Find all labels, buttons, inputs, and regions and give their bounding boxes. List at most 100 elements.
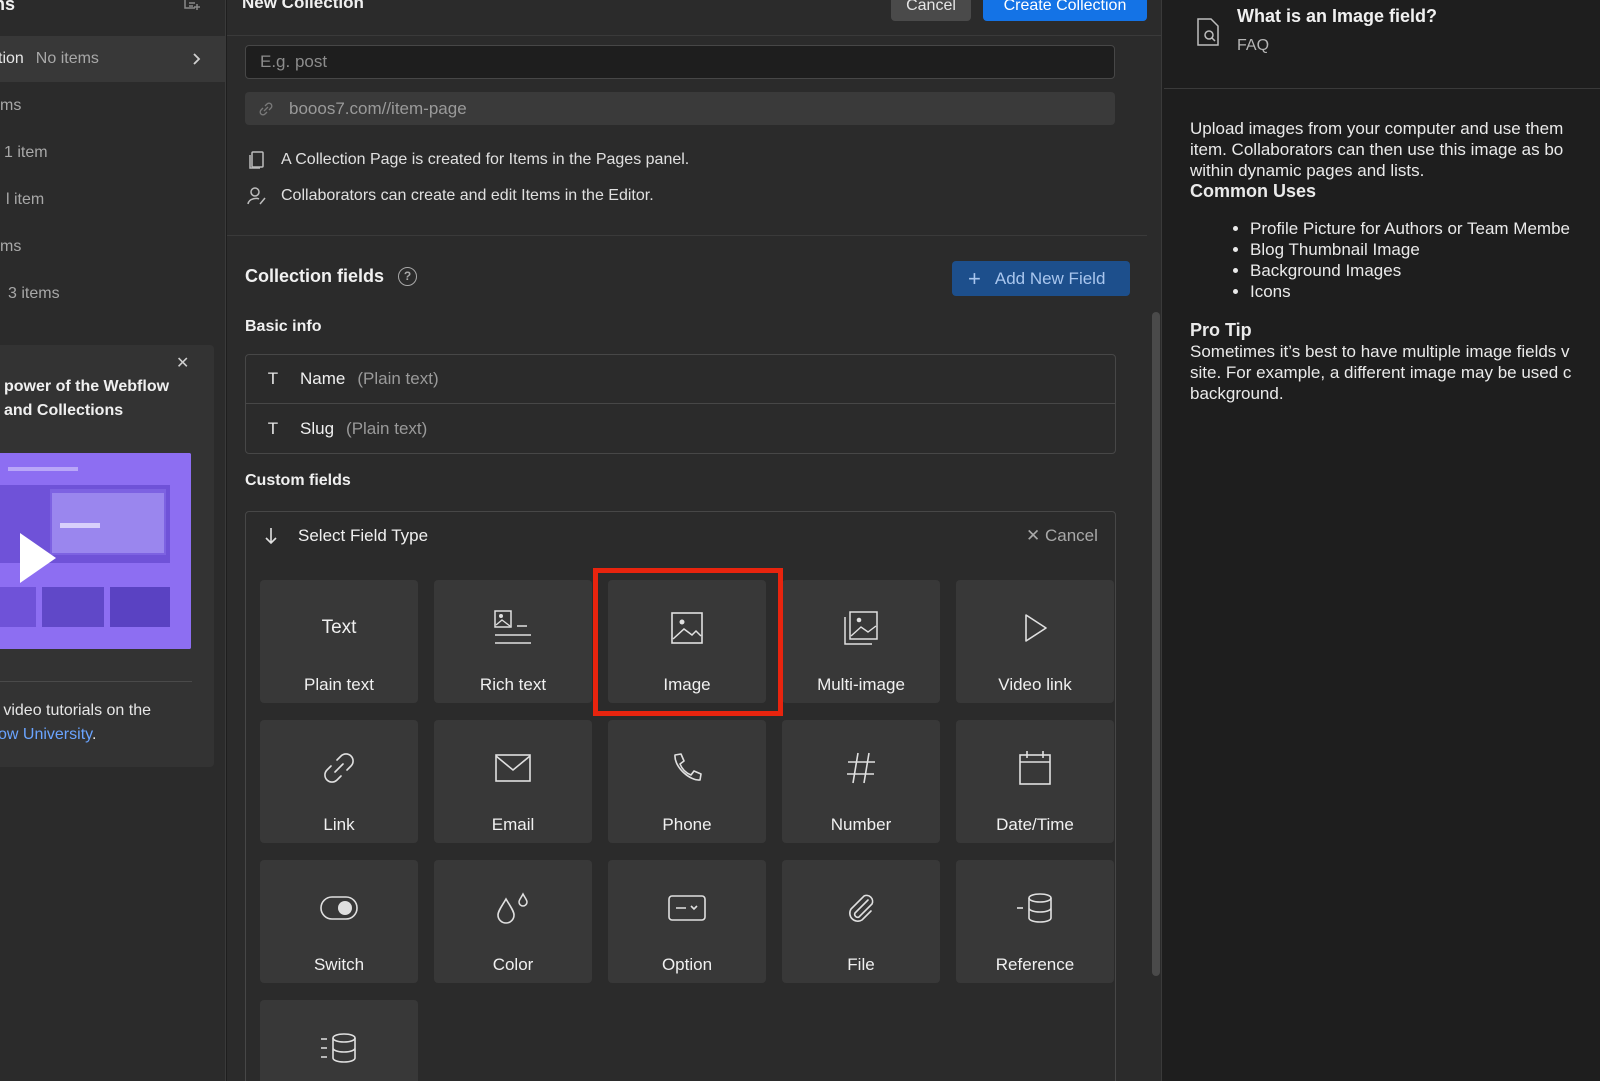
link-icon (324, 753, 354, 783)
singular-name-input[interactable]: E.g. post (245, 45, 1115, 79)
field-type-label: Email (491, 815, 535, 834)
field-type-label: Link (323, 815, 355, 834)
option-icon (668, 895, 706, 921)
field-type-label: Image (663, 675, 711, 694)
help-subtitle: FAQ (1237, 37, 1270, 54)
sidebar-item-collection[interactable]: ms (0, 83, 225, 129)
section-title: Collection fields (245, 266, 385, 286)
field-type-link[interactable]: Link (260, 720, 418, 843)
list-item: Profile Picture for Authors or Team Memb… (1250, 218, 1600, 239)
pro-tip-heading: Pro Tip (1190, 320, 1252, 340)
sidebar-item-count: No items (35, 50, 99, 67)
field-type: (Plain text) (346, 418, 428, 438)
video-preview-illustration (0, 453, 191, 649)
sidebar-item-name: tion (0, 50, 24, 67)
scrollbar[interactable] (1152, 312, 1160, 976)
custom-fields-heading: Custom fields (245, 472, 351, 489)
close-icon[interactable]: ✕ (176, 353, 189, 373)
sidebar-item-active-collection[interactable]: tion No items (0, 36, 225, 82)
field-type-reference[interactable]: Reference (956, 860, 1114, 983)
text-type-icon: T (267, 418, 279, 438)
help-paragraph: within dynamic pages and lists. (1190, 161, 1425, 180)
field-type-video-link[interactable]: Video link (956, 580, 1114, 703)
promo-title: power of the Webflow and Collections (4, 378, 170, 419)
help-paragraph: Upload images from your computer and use… (1190, 119, 1564, 138)
multi-reference-icon (321, 1033, 356, 1063)
field-type-label: Plain text (304, 675, 374, 694)
calendar-icon (1019, 751, 1051, 785)
field-type-option[interactable]: Option (608, 860, 766, 983)
field-type-color[interactable]: Color (434, 860, 592, 983)
collection-url-field[interactable]: booos7.com//item-page (245, 92, 1115, 125)
add-collection-icon[interactable] (184, 0, 202, 12)
field-type-label: Switch (313, 955, 365, 974)
help-paragraph: item. Collaborators can then use this im… (1190, 140, 1564, 159)
field-type-rich-text[interactable]: Rich text (434, 580, 592, 703)
text-icon: Text (321, 617, 357, 638)
page-icon (249, 151, 264, 169)
link-icon (259, 102, 273, 116)
cancel-select-button[interactable]: ✕ Cancel (1026, 526, 1098, 546)
select-field-type-label: Select Field Type (298, 526, 429, 545)
sidebar-item-count: ms (0, 97, 22, 114)
divider (0, 681, 192, 682)
info-editor: Collaborators can create and edit Items … (247, 186, 654, 206)
field-type-multi-image[interactable]: Multi-image (782, 580, 940, 703)
sidebar-item-collection[interactable]: 1 item (0, 130, 225, 176)
create-collection-button[interactable]: Create Collection (983, 0, 1147, 21)
field-type-phone[interactable]: Phone (608, 720, 766, 843)
rich-text-icon (494, 610, 531, 644)
field-type-label: Reference (995, 955, 1075, 974)
collection-url-text: booos7.com//item-page (289, 99, 467, 118)
phone-icon (674, 753, 702, 781)
list-item: Icons (1250, 281, 1600, 302)
common-uses-list: Profile Picture for Authors or Team Memb… (1190, 218, 1600, 302)
webflow-university-link[interactable]: flow University (0, 726, 92, 743)
field-name: Name (300, 369, 346, 388)
sidebar-title: ns (0, 0, 16, 14)
sidebar-item-collection[interactable]: 3 items (0, 271, 225, 317)
switch-icon (320, 896, 358, 920)
sidebar-item-count: l item (6, 191, 45, 208)
info-text: A Collection Page is created for Items i… (281, 151, 690, 168)
info-text: Collaborators can create and edit Items … (281, 187, 654, 204)
sidebar-item-collection[interactable]: l item (0, 177, 225, 223)
field-type-number[interactable]: Number (782, 720, 940, 843)
sidebar-item-count: ms (0, 238, 22, 255)
basic-fields-list: T Name (Plain text) T Slug (Plain text) (245, 354, 1116, 454)
document-search-icon (1197, 18, 1219, 46)
sidebar-item-collection[interactable]: ms (0, 224, 225, 270)
help-icon[interactable]: ? (398, 267, 418, 286)
select-field-type: Select Field Type (264, 526, 428, 546)
video-thumbnail[interactable] (0, 453, 191, 649)
email-icon (495, 754, 531, 782)
help-paragraph: site. For example, a different image may… (1190, 363, 1572, 382)
field-type-label: Date/Time (996, 815, 1074, 834)
text-type-icon: T (267, 369, 279, 388)
list-item: Blog Thumbnail Image (1250, 239, 1600, 260)
help-paragraph: background. (1190, 384, 1284, 403)
collections-sidebar: ns tion No items ms 1 item l item ms 3 i… (0, 0, 226, 1081)
field-type-switch[interactable]: Switch (260, 860, 418, 983)
field-type-file[interactable]: File (782, 860, 940, 983)
field-type-plain-text[interactable]: Text Plain text (260, 580, 418, 703)
field-type-email[interactable]: Email (434, 720, 592, 843)
field-type-date-time[interactable]: Date/Time (956, 720, 1114, 843)
sidebar-item-count: 1 item (4, 144, 48, 161)
field-type-multi-reference[interactable] (260, 1000, 418, 1081)
help-body: Upload images from your computer and use… (1190, 118, 1600, 404)
field-row-slug[interactable]: T Slug (Plain text) (246, 404, 1115, 453)
info-collection-page: A Collection Page is created for Items i… (247, 150, 689, 170)
field-type-label: Option (661, 955, 713, 974)
field-row-name[interactable]: T Name (Plain text) (246, 355, 1115, 404)
help-title: What is an Image field? (1237, 6, 1438, 26)
chevron-right-icon (193, 53, 201, 65)
field-type-image[interactable]: Image (608, 580, 766, 703)
help-paragraph: Sometimes it’s best to have multiple ima… (1190, 342, 1570, 361)
add-new-field-button[interactable]: + Add New Field (952, 261, 1130, 296)
field-type-label: Phone (662, 815, 712, 834)
image-icon (671, 612, 703, 644)
plus-icon: + (968, 265, 981, 291)
field-type-label: Multi-image (817, 675, 905, 694)
cancel-button[interactable]: Cancel (891, 0, 971, 21)
